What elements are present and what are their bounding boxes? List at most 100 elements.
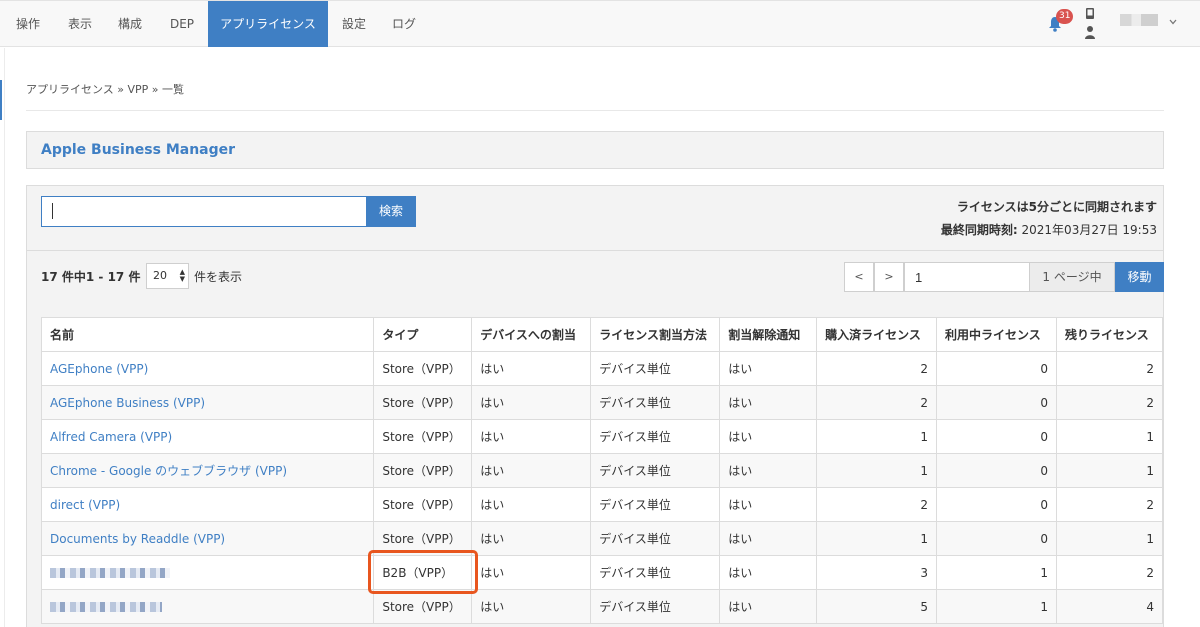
col-header-in-use[interactable]: 利用中ライセンス xyxy=(936,317,1057,352)
nav-item-view[interactable]: 表示 xyxy=(60,1,100,47)
in-use-cell: 1 xyxy=(936,589,1057,624)
page-number-input[interactable] xyxy=(904,262,1030,292)
type-cell: Store（VPP） xyxy=(373,419,473,454)
device-assign-cell: はい xyxy=(471,385,592,420)
section-header: Apple Business Manager xyxy=(26,131,1164,169)
assign-method-cell: デバイス単位 xyxy=(590,419,721,454)
app-name-link[interactable]: Chrome - Google のウェブブラウザ (VPP) xyxy=(50,464,287,478)
sync-interval-note: ライセンスは5分ごとに同期されます xyxy=(956,200,1157,214)
assign-method-cell: デバイス単位 xyxy=(590,487,721,522)
remaining-cell: 1 xyxy=(1055,419,1164,454)
app-name-link[interactable]: Alfred Camera (VPP) xyxy=(50,430,172,444)
assign-method-cell: デバイス単位 xyxy=(590,555,721,590)
in-use-cell: 0 xyxy=(936,453,1057,488)
table-header-row: 名前 タイプ デバイスへの割当 ライセンス割当方法 割当解除通知 購入済ライセン… xyxy=(40,317,1164,352)
table-row: AGEphone Business (VPP) Store（VPP） はい デバ… xyxy=(40,385,1164,420)
revoke-notify-cell: はい xyxy=(719,589,818,624)
per-page-select[interactable]: 20 ▲ ▼ xyxy=(146,263,189,289)
device-assign-cell: はい xyxy=(471,589,592,624)
app-name-link[interactable]: AGEphone Business (VPP) xyxy=(50,396,205,410)
last-sync-value: 2021年03月27日 19:53 xyxy=(1021,223,1157,237)
breadcrumb: アプリライセンス » VPP » 一覧 xyxy=(26,83,185,96)
breadcrumb-divider xyxy=(26,110,1164,111)
col-header-revoke-notify[interactable]: 割当解除通知 xyxy=(719,317,818,352)
app-name-redacted[interactable] xyxy=(50,602,162,612)
app-name-link[interactable]: AGEphone (VPP) xyxy=(50,362,148,376)
type-cell: Store（VPP） xyxy=(373,589,473,624)
nav-item-settings[interactable]: 設定 xyxy=(336,1,372,47)
revoke-notify-cell: はい xyxy=(719,555,818,590)
per-page-value: 20 xyxy=(153,269,167,282)
in-use-cell: 0 xyxy=(936,521,1057,556)
revoke-notify-cell: はい xyxy=(719,487,818,522)
revoke-notify-cell: はい xyxy=(719,351,818,386)
col-header-purchased[interactable]: 購入済ライセンス xyxy=(816,317,938,352)
col-header-remaining[interactable]: 残りライセンス xyxy=(1055,317,1164,352)
table-row: AGEphone (VPP) Store（VPP） はい デバイス単位 はい 2… xyxy=(40,351,1164,386)
panel-divider xyxy=(27,250,1163,251)
col-header-type[interactable]: タイプ xyxy=(373,317,473,352)
next-page-button[interactable]: > xyxy=(874,262,904,292)
remaining-cell: 1 xyxy=(1055,521,1164,556)
device-assign-cell: はい xyxy=(471,453,592,488)
remaining-cell: 2 xyxy=(1055,487,1164,522)
app-name-link[interactable]: Documents by Readdle (VPP) xyxy=(50,532,225,546)
device-assign-cell: はい xyxy=(471,521,592,556)
table-row: B2B（VPP） はい デバイス単位 はい 3 1 2 xyxy=(40,555,1164,590)
go-page-button[interactable]: 移動 xyxy=(1115,262,1164,292)
section-title[interactable]: Apple Business Manager xyxy=(41,142,235,158)
col-header-assign-method[interactable]: ライセンス割当方法 xyxy=(590,317,721,352)
device-assign-cell: はい xyxy=(471,555,592,590)
user-name-redacted[interactable] xyxy=(1120,14,1158,26)
assign-method-cell: デバイス単位 xyxy=(590,453,721,488)
top-navbar: 操作 表示 構成 DEP アプリライセンス 設定 ログ 31 xyxy=(0,0,1200,47)
remaining-cell: 2 xyxy=(1055,385,1164,420)
col-header-device-assign[interactable]: デバイスへの割当 xyxy=(471,317,592,352)
in-use-cell: 1 xyxy=(936,555,1057,590)
in-use-cell: 0 xyxy=(936,385,1057,420)
license-panel: 検索 ライセンスは5分ごとに同期されます 最終同期時刻: 2021年03月27日… xyxy=(26,185,1164,627)
device-assign-cell: はい xyxy=(471,419,592,454)
notification-badge: 31 xyxy=(1056,9,1074,24)
in-use-cell: 0 xyxy=(936,487,1057,522)
text-cursor xyxy=(52,203,53,219)
purchased-cell: 5 xyxy=(816,589,938,624)
type-cell: B2B（VPP） xyxy=(373,555,473,590)
result-count: 17 件中1 - 17 件 xyxy=(41,270,141,284)
remaining-cell: 1 xyxy=(1055,453,1164,488)
stepper-arrows-icon: ▲ ▼ xyxy=(179,268,185,283)
purchased-cell: 1 xyxy=(816,419,938,454)
nav-item-config[interactable]: 構成 xyxy=(110,1,150,47)
per-page-label: 件を表示 xyxy=(194,270,243,284)
purchased-cell: 2 xyxy=(816,487,938,522)
app-name-link[interactable]: direct (VPP) xyxy=(50,498,120,512)
revoke-notify-cell: はい xyxy=(719,419,818,454)
in-use-cell: 0 xyxy=(936,351,1057,386)
nav-item-app-license[interactable]: アプリライセンス xyxy=(208,1,328,47)
revoke-notify-cell: はい xyxy=(719,521,818,556)
table-row: Alfred Camera (VPP) Store（VPP） はい デバイス単位… xyxy=(40,419,1164,454)
app-name-redacted[interactable] xyxy=(50,568,170,578)
table-row: Chrome - Google のウェブブラウザ (VPP) Store（VPP… xyxy=(40,453,1164,488)
assign-method-cell: デバイス単位 xyxy=(590,351,721,386)
revoke-notify-cell: はい xyxy=(719,385,818,420)
left-active-indicator xyxy=(0,80,2,120)
col-header-name[interactable]: 名前 xyxy=(40,317,375,352)
nav-item-log[interactable]: ログ xyxy=(386,1,422,47)
nav-item-dep[interactable]: DEP xyxy=(162,1,202,47)
chevron-down-icon[interactable] xyxy=(1168,17,1178,27)
search-button[interactable]: 検索 xyxy=(366,196,416,227)
remaining-cell: 2 xyxy=(1055,351,1164,386)
nav-item-operation[interactable]: 操作 xyxy=(8,1,48,47)
device-user-icon[interactable] xyxy=(1083,8,1097,40)
assign-method-cell: デバイス単位 xyxy=(590,589,721,624)
page-total-label: 1 ページ中 xyxy=(1029,262,1115,292)
type-cell: Store（VPP） xyxy=(373,351,473,386)
search-input[interactable] xyxy=(41,196,367,227)
remaining-cell: 4 xyxy=(1055,589,1164,624)
prev-page-button[interactable]: < xyxy=(844,262,874,292)
purchased-cell: 2 xyxy=(816,351,938,386)
license-table: 名前 タイプ デバイスへの割当 ライセンス割当方法 割当解除通知 購入済ライセン… xyxy=(40,317,1164,624)
in-use-cell: 0 xyxy=(936,419,1057,454)
table-row: Store（VPP） はい デバイス単位 はい 5 1 4 xyxy=(40,589,1164,624)
